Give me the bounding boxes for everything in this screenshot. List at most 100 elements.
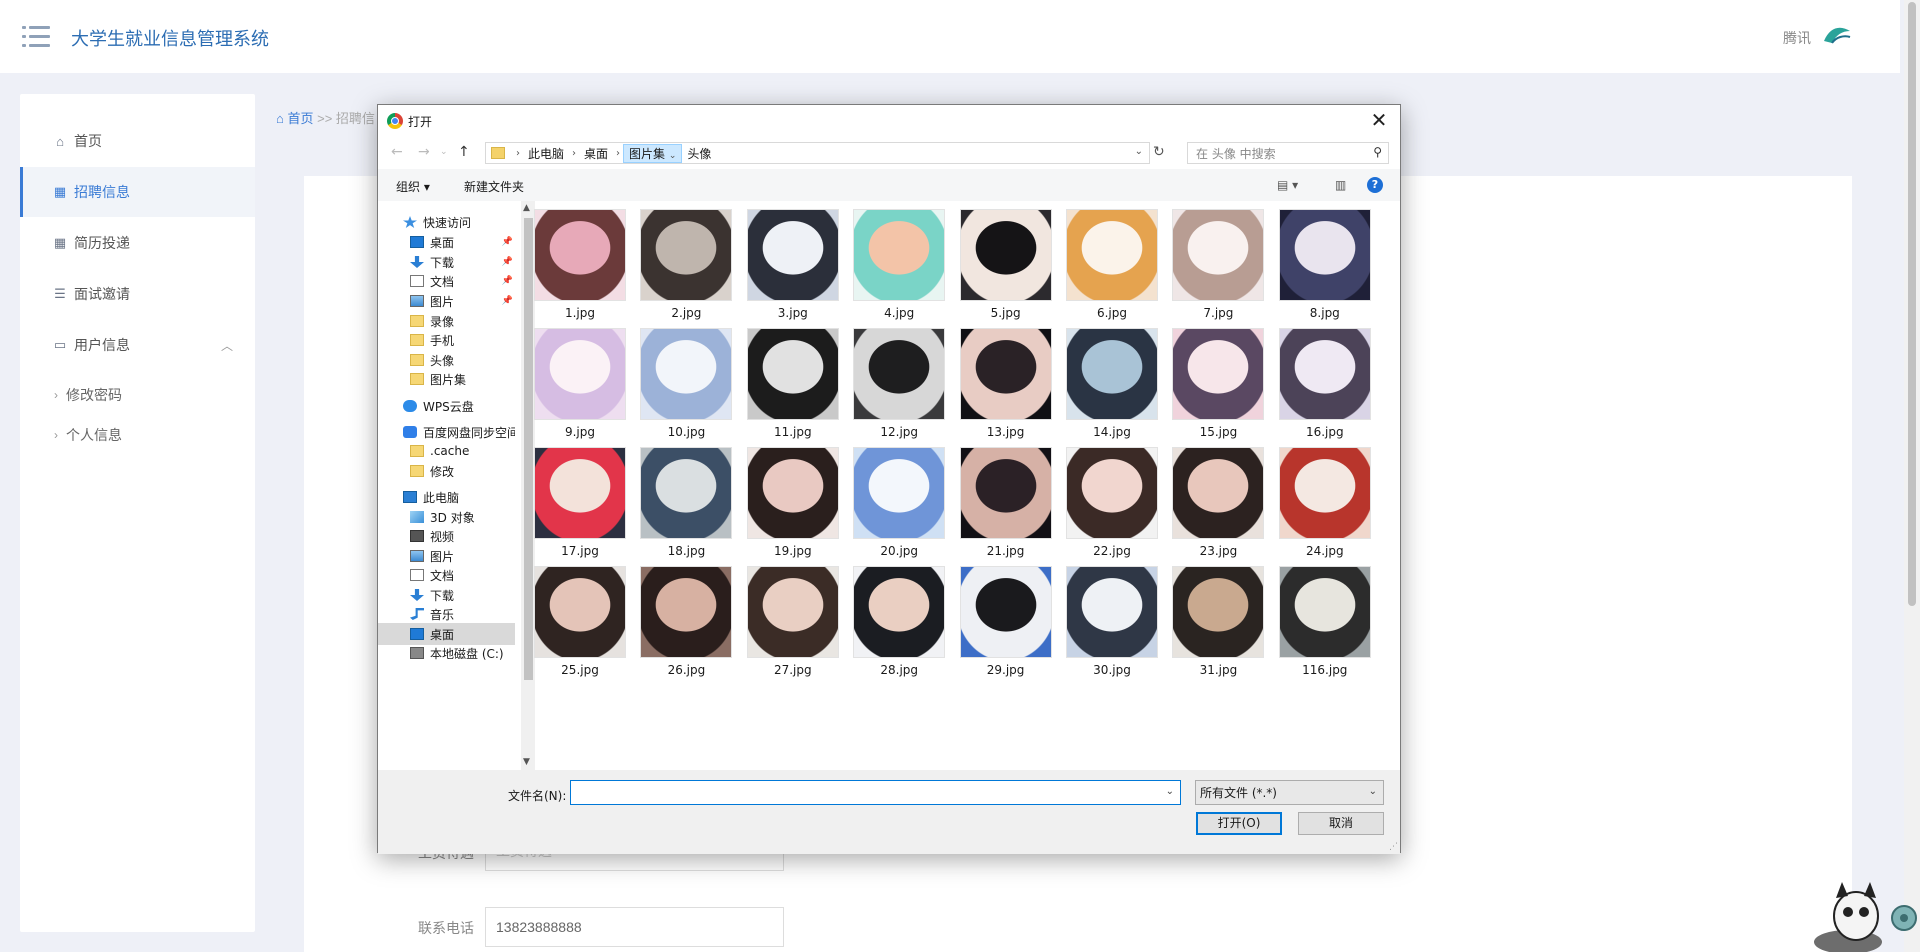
- sidebar-item-recruitment[interactable]: ▦ 招聘信息: [20, 167, 255, 217]
- sidebar-sub-personal-info[interactable]: › 个人信息: [20, 417, 255, 453]
- chevron-down-icon[interactable]: ⌄: [1369, 786, 1377, 797]
- sidebar-item-interview[interactable]: ☰ 面试邀请: [20, 269, 255, 319]
- phone-input[interactable]: 13823888888: [485, 907, 784, 947]
- path-picture-set[interactable]: 图片集 ⌄: [623, 143, 683, 163]
- path-this-pc[interactable]: 此电脑: [523, 145, 569, 162]
- scroll-up-icon[interactable]: ▲: [523, 203, 530, 213]
- nav-tree-label: 头像: [430, 353, 455, 368]
- file-thumbnail[interactable]: 5.jpg: [959, 209, 1052, 321]
- file-thumbnail[interactable]: 25.jpg: [533, 566, 626, 678]
- recent-dropdown-icon[interactable]: ⌄: [440, 147, 448, 157]
- refresh-icon[interactable]: ↻: [1153, 144, 1165, 160]
- computer-icon: [403, 491, 417, 503]
- nav-tree-item[interactable]: 快速访问: [378, 211, 515, 233]
- folder-icon: [410, 465, 424, 477]
- back-arrow-icon[interactable]: ←: [391, 144, 403, 160]
- dialog-title-bar[interactable]: 打开 ✕: [378, 105, 1400, 135]
- file-thumbnail[interactable]: 116.jpg: [1278, 566, 1371, 678]
- file-thumbnail[interactable]: 30.jpg: [1065, 566, 1158, 678]
- file-thumbnail[interactable]: 3.jpg: [746, 209, 839, 321]
- file-thumbnail[interactable]: 26.jpg: [639, 566, 733, 678]
- nav-tree-item[interactable]: WPS云盘: [378, 395, 515, 417]
- chevron-down-icon[interactable]: ⌄: [1135, 146, 1143, 157]
- file-image: [959, 209, 1052, 301]
- file-thumbnail[interactable]: 7.jpg: [1171, 209, 1265, 321]
- file-thumbnail[interactable]: 17.jpg: [533, 447, 626, 559]
- music-icon: [410, 608, 424, 620]
- up-arrow-icon[interactable]: ↑: [458, 144, 470, 160]
- address-bar[interactable]: › 此电脑 › 桌面 › 图片集 ⌄ 头像 ⌄: [485, 142, 1150, 164]
- filename-input[interactable]: ⌄: [570, 780, 1181, 805]
- file-thumbnail[interactable]: 16.jpg: [1278, 328, 1371, 440]
- nav-tree-item[interactable]: 文档: [378, 564, 515, 586]
- page-scrollbar[interactable]: [1904, 0, 1920, 952]
- sidebar-item-resume[interactable]: ▦ 简历投递: [20, 218, 255, 268]
- page-scrollbar-thumb[interactable]: [1908, 2, 1916, 606]
- file-thumbnail[interactable]: 14.jpg: [1065, 328, 1158, 440]
- open-button[interactable]: 打开(O): [1196, 812, 1282, 835]
- breadcrumb-home[interactable]: ⌂ 首页: [276, 111, 313, 126]
- nav-tree-item[interactable]: 文档 📌: [378, 270, 515, 292]
- file-thumbnail[interactable]: 27.jpg: [746, 566, 839, 678]
- nav-tree-item[interactable]: 修改: [378, 460, 515, 482]
- nav-tree-item[interactable]: .cache: [378, 440, 515, 462]
- menu-toggle-icon[interactable]: [22, 26, 50, 48]
- scrollbar-thumb[interactable]: [524, 218, 533, 680]
- file-thumbnail[interactable]: 29.jpg: [959, 566, 1052, 678]
- file-thumbnail[interactable]: 9.jpg: [533, 328, 626, 440]
- scroll-down-icon[interactable]: ▼: [523, 757, 530, 767]
- file-thumbnail[interactable]: 31.jpg: [1171, 566, 1265, 678]
- nav-tree-item[interactable]: 此电脑: [378, 486, 515, 508]
- organize-menu[interactable]: 组织 ▾: [396, 178, 430, 195]
- file-thumbnail[interactable]: 24.jpg: [1278, 447, 1371, 559]
- nav-tree-label: 文档: [430, 274, 455, 289]
- nav-tree-item[interactable]: 音乐: [378, 603, 515, 625]
- file-name: 15.jpg: [1199, 425, 1238, 439]
- resize-grip-icon[interactable]: ⋰: [1389, 842, 1398, 852]
- nav-tree-item[interactable]: 图片集: [378, 368, 515, 390]
- new-folder-button[interactable]: 新建文件夹: [464, 178, 524, 195]
- file-thumbnail[interactable]: 11.jpg: [746, 328, 839, 440]
- file-type-select[interactable]: 所有文件 (*.*) ⌄: [1195, 780, 1384, 805]
- nav-tree-item[interactable]: 图片 📌: [378, 290, 515, 312]
- search-icon[interactable]: ⚲: [1373, 145, 1382, 159]
- file-thumbnail[interactable]: 4.jpg: [852, 209, 946, 321]
- file-thumbnail[interactable]: 22.jpg: [1065, 447, 1158, 559]
- path-typed-text[interactable]: 头像: [682, 145, 716, 162]
- nav-tree-item[interactable]: 视频: [378, 525, 515, 547]
- path-desktop[interactable]: 桌面: [579, 145, 613, 162]
- file-thumbnail[interactable]: 6.jpg: [1065, 209, 1158, 321]
- nav-tree-item[interactable]: 本地磁盘 (C:): [378, 642, 515, 664]
- file-thumbnail[interactable]: 18.jpg: [639, 447, 733, 559]
- file-thumbnail[interactable]: 8.jpg: [1278, 209, 1371, 321]
- cube-icon: [410, 511, 424, 523]
- help-icon[interactable]: ?: [1367, 177, 1383, 193]
- sidebar-item-user-info[interactable]: ▭ 用户信息 ︿: [20, 320, 255, 370]
- nav-tree-item[interactable]: 桌面 📌: [378, 231, 515, 253]
- file-thumbnail[interactable]: 23.jpg: [1171, 447, 1265, 559]
- file-thumbnail[interactable]: 10.jpg: [639, 328, 733, 440]
- file-thumbnail[interactable]: 13.jpg: [959, 328, 1052, 440]
- sidebar-item-home[interactable]: ⌂ 首页: [20, 116, 255, 166]
- file-thumbnail[interactable]: 28.jpg: [852, 566, 946, 678]
- file-thumbnail[interactable]: 15.jpg: [1171, 328, 1265, 440]
- forward-arrow-icon[interactable]: →: [418, 144, 430, 160]
- preview-pane-icon[interactable]: ▥: [1335, 178, 1346, 192]
- cancel-button[interactable]: 取消: [1298, 812, 1384, 835]
- chevron-down-icon[interactable]: ⌄: [1166, 786, 1174, 797]
- file-thumbnail[interactable]: 19.jpg: [746, 447, 839, 559]
- file-thumbnail[interactable]: 21.jpg: [959, 447, 1052, 559]
- sidebar-sub-change-password[interactable]: › 修改密码: [20, 377, 255, 413]
- search-placeholder: 在 头像 中搜索: [1196, 146, 1276, 161]
- chevron-down-icon[interactable]: ⌄: [669, 151, 677, 161]
- search-input[interactable]: 在 头像 中搜索 ⚲: [1187, 142, 1389, 164]
- file-thumbnail[interactable]: 12.jpg: [852, 328, 946, 440]
- view-mode-icon[interactable]: ▤ ▾: [1277, 178, 1298, 192]
- file-image: [1172, 447, 1265, 539]
- file-thumbnail[interactable]: 20.jpg: [852, 447, 946, 559]
- close-button[interactable]: ✕: [1366, 107, 1392, 133]
- file-thumbnail[interactable]: 1.jpg: [533, 209, 626, 321]
- file-name: 19.jpg: [773, 544, 812, 558]
- nav-tree-item[interactable]: 手机: [378, 329, 515, 351]
- file-thumbnail[interactable]: 2.jpg: [639, 209, 733, 321]
